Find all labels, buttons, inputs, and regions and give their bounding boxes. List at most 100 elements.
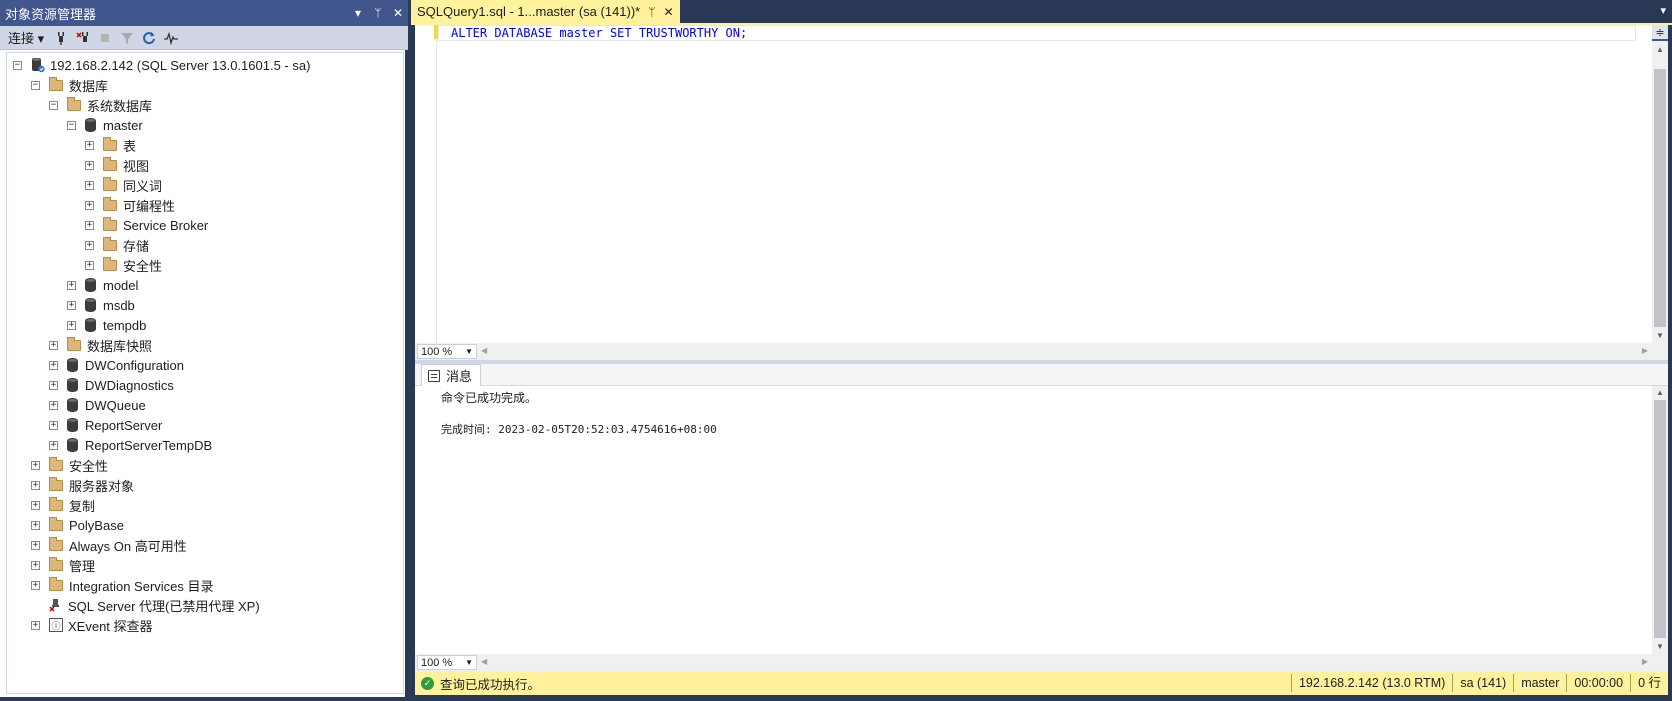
tree-node-label: Integration Services 目录: [69, 578, 214, 594]
tree-node[interactable]: + 复制: [7, 495, 403, 515]
tree-node[interactable]: + ⓘ XEvent 探查器: [7, 615, 403, 635]
tree-node[interactable]: + 数据库快照: [7, 335, 403, 355]
tab-sqlquery1[interactable]: SQLQuery1.sql - 1...master (sa (141))* ᛘ…: [411, 0, 680, 23]
close-icon[interactable]: ✕: [388, 6, 408, 20]
editor-scroll-thumb[interactable]: [1654, 69, 1666, 327]
tree-node[interactable]: − 数据库: [7, 75, 403, 95]
tree-node[interactable]: + PolyBase: [7, 515, 403, 535]
tree-node[interactable]: SQL Server 代理(已禁用代理 XP): [7, 595, 403, 615]
connect-plug-icon[interactable]: [52, 29, 70, 47]
expand-icon[interactable]: +: [85, 220, 94, 230]
results-vertical-scrollbar[interactable]: ▲ ▼: [1652, 386, 1668, 654]
tab-close-icon[interactable]: ✕: [663, 5, 673, 19]
scroll-left-icon[interactable]: ◀: [481, 346, 487, 355]
tree-node[interactable]: + 管理: [7, 555, 403, 575]
editor-horizontal-scrollbar[interactable]: ◀ ▶: [477, 344, 1668, 359]
expand-icon[interactable]: +: [31, 460, 40, 470]
scroll-up-icon[interactable]: ▲: [1652, 43, 1668, 57]
dropdown-icon[interactable]: ▾: [348, 6, 368, 20]
expand-icon[interactable]: +: [85, 180, 94, 190]
tree-node[interactable]: − master: [7, 115, 403, 135]
collapse-icon[interactable]: −: [13, 60, 22, 70]
tree-node[interactable]: + model: [7, 275, 403, 295]
tree-node[interactable]: + 表: [7, 135, 403, 155]
tree-node[interactable]: + 存储: [7, 235, 403, 255]
tree-node-label: XEvent 探查器: [68, 618, 153, 634]
expand-icon[interactable]: +: [49, 420, 58, 430]
tree-node[interactable]: + DWQueue: [7, 395, 403, 415]
expand-icon[interactable]: +: [31, 520, 40, 530]
tree-node[interactable]: + Integration Services 目录: [7, 575, 403, 595]
stop-icon[interactable]: [96, 29, 114, 47]
tree-node[interactable]: + 同义词: [7, 175, 403, 195]
tree-node[interactable]: + ReportServer: [7, 415, 403, 435]
messages-output[interactable]: 命令已成功完成。 完成时间: 2023-02-05T20:52:03.47546…: [415, 386, 1652, 654]
tab-pin-icon[interactable]: ᛘ: [648, 5, 655, 19]
expand-icon[interactable]: +: [85, 260, 94, 270]
expand-icon[interactable]: +: [49, 440, 58, 450]
agent-disabled-icon: [49, 598, 63, 612]
folder-icon: [49, 576, 63, 591]
tree-node[interactable]: − 192.168.2.142 (SQL Server 13.0.1601.5 -…: [7, 55, 403, 75]
tree-node[interactable]: + 可编程性: [7, 195, 403, 215]
tree-node[interactable]: + tempdb: [7, 315, 403, 335]
scroll-down-icon[interactable]: ▼: [1652, 640, 1668, 654]
split-editor-icon[interactable]: ≑: [1652, 25, 1668, 41]
expand-icon[interactable]: +: [49, 380, 58, 390]
expand-icon[interactable]: +: [31, 480, 40, 490]
expand-icon[interactable]: +: [85, 140, 94, 150]
query-status-bar: ✓ 查询已成功执行。 192.168.2.142 (13.0 RTM) sa (…: [415, 671, 1668, 695]
filter-icon[interactable]: [118, 29, 136, 47]
results-zoom-select[interactable]: 100 % ▼: [417, 655, 477, 670]
tab-messages[interactable]: 消息: [421, 364, 482, 386]
scroll-right-icon[interactable]: ▶: [1642, 657, 1648, 666]
refresh-icon[interactable]: [140, 29, 158, 47]
messages-tab-label: 消息: [446, 369, 473, 384]
expand-icon[interactable]: +: [67, 320, 76, 330]
tree-node[interactable]: + msdb: [7, 295, 403, 315]
expand-icon[interactable]: +: [31, 560, 40, 570]
expand-icon[interactable]: +: [31, 580, 40, 590]
expand-icon[interactable]: +: [49, 360, 58, 370]
editor-zoom-select[interactable]: 100 % ▼: [417, 344, 477, 359]
query-editor[interactable]: ALTER DATABASE master SET TRUSTWORTHY ON…: [415, 25, 1668, 360]
scroll-down-icon[interactable]: ▼: [1652, 329, 1668, 343]
collapse-icon[interactable]: −: [31, 80, 40, 90]
disconnect-icon[interactable]: [74, 29, 92, 47]
connect-button[interactable]: 连接 ▾: [4, 28, 48, 47]
expand-icon[interactable]: +: [67, 300, 76, 310]
tree-node[interactable]: + 安全性: [7, 455, 403, 475]
expand-icon[interactable]: +: [49, 340, 58, 350]
tree-node[interactable]: − 系统数据库: [7, 95, 403, 115]
tree-node[interactable]: + 安全性: [7, 255, 403, 275]
tree-node[interactable]: + DWConfiguration: [7, 355, 403, 375]
expand-icon[interactable]: +: [85, 200, 94, 210]
tab-list-dropdown-icon[interactable]: ▾: [1660, 4, 1666, 17]
expand-icon[interactable]: +: [85, 240, 94, 250]
expand-icon[interactable]: +: [49, 400, 58, 410]
scroll-up-icon[interactable]: ▲: [1652, 386, 1668, 400]
pin-icon[interactable]: ᛘ: [368, 6, 388, 20]
tree-node[interactable]: + Service Broker: [7, 215, 403, 235]
tree-node[interactable]: + 服务器对象: [7, 475, 403, 495]
expand-icon[interactable]: +: [31, 540, 40, 550]
tree-node[interactable]: + 视图: [7, 155, 403, 175]
tree-node[interactable]: + Always On 高可用性: [7, 535, 403, 555]
collapse-icon[interactable]: −: [67, 120, 76, 130]
results-scroll-thumb[interactable]: [1654, 400, 1666, 638]
expand-icon[interactable]: +: [31, 620, 40, 630]
editor-vertical-scrollbar[interactable]: ≑ ▲ ▼: [1652, 25, 1668, 343]
query-text[interactable]: ALTER DATABASE master SET TRUSTWORTHY ON…: [451, 25, 747, 41]
expand-icon[interactable]: +: [67, 280, 76, 290]
collapse-icon[interactable]: −: [49, 100, 58, 110]
tree-node[interactable]: + ReportServerTempDB: [7, 435, 403, 455]
results-horizontal-scrollbar[interactable]: ◀ ▶: [477, 655, 1668, 670]
scroll-right-icon[interactable]: ▶: [1642, 346, 1648, 355]
scroll-left-icon[interactable]: ◀: [481, 657, 487, 666]
xevent-profiler-icon: ⓘ: [49, 618, 63, 632]
database-icon: [85, 318, 96, 332]
activity-monitor-icon[interactable]: [162, 29, 180, 47]
expand-icon[interactable]: +: [85, 160, 94, 170]
tree-node[interactable]: + DWDiagnostics: [7, 375, 403, 395]
expand-icon[interactable]: +: [31, 500, 40, 510]
